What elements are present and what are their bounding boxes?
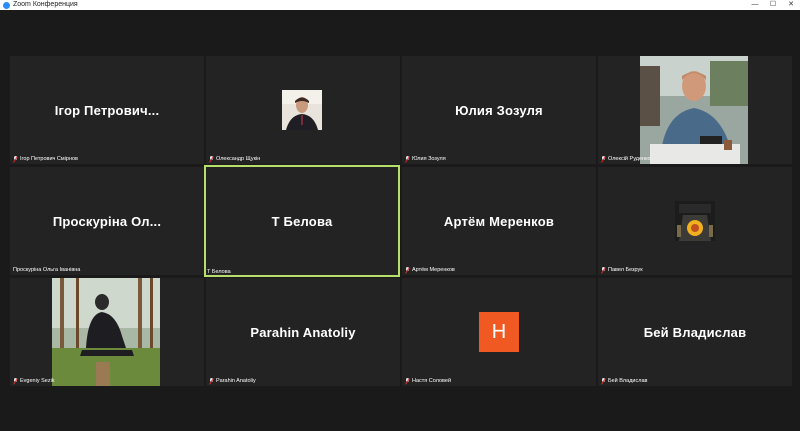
profile-photo xyxy=(282,90,322,130)
participant-tile[interactable]: Олександр Щукін xyxy=(206,56,400,164)
close-button[interactable]: ✕ xyxy=(782,0,800,10)
participant-tile-active-speaker[interactable]: Т Белова Т Белова xyxy=(204,165,400,277)
mic-muted-icon xyxy=(601,378,606,384)
participant-name-label: Parahin Anatoliy xyxy=(209,377,256,385)
gallery-view: Ігор Петрович... Ігор Петрович Смірнов О… xyxy=(0,10,800,431)
zoom-app-icon xyxy=(3,1,10,9)
participant-label-text: Проскуріна Ольга Іванівна xyxy=(13,267,81,273)
participant-label-text: Юлия Зозуля xyxy=(412,156,446,162)
participant-tile[interactable]: Олексій Руденко xyxy=(598,56,792,164)
participant-name-label: Юлия Зозуля xyxy=(405,155,446,163)
participant-name-label: Олександр Щукін xyxy=(209,155,260,163)
window-title: Zoom Конференция xyxy=(13,1,78,8)
participant-name-label: Evgeniy Sezik xyxy=(13,377,55,385)
participant-label-text: Ігор Петрович Смірнов xyxy=(20,156,78,162)
participant-label-text: Артём Меренков xyxy=(412,267,455,273)
mic-muted-icon xyxy=(405,267,410,273)
mic-muted-icon xyxy=(209,156,214,162)
participant-display-name: Бей Владислав xyxy=(643,324,747,340)
participant-tile[interactable]: H Настя Соловей xyxy=(402,278,596,386)
participant-tile[interactable]: Evgeniy Sezik xyxy=(10,278,204,386)
letter-avatar: H xyxy=(479,312,519,352)
mic-muted-icon xyxy=(601,267,606,273)
participant-label-text: Бей Владислав xyxy=(608,378,648,384)
participant-display-name: Артём Меренков xyxy=(443,213,555,229)
participant-tile[interactable]: Артём Меренков Артём Меренков xyxy=(402,167,596,275)
participant-label-text: Т Белова xyxy=(207,269,231,275)
participant-name-label: Артём Меренков xyxy=(405,266,455,274)
participant-display-name: Т Белова xyxy=(271,213,333,229)
participant-display-name: Ігор Петрович... xyxy=(54,102,160,118)
maximize-button[interactable]: ☐ xyxy=(764,0,782,10)
participant-label-text: Parahin Anatoliy xyxy=(216,378,256,384)
participant-display-name: Юлия Зозуля xyxy=(455,102,543,118)
mic-muted-icon xyxy=(13,378,18,384)
mic-muted-icon xyxy=(405,378,410,384)
mic-muted-icon xyxy=(13,156,18,162)
participant-tile[interactable]: Бей Владислав Бей Владислав xyxy=(598,278,792,386)
participant-tile[interactable]: Ігор Петрович... Ігор Петрович Смірнов xyxy=(10,56,204,164)
minimize-button[interactable]: — xyxy=(746,0,764,10)
mic-muted-icon xyxy=(601,156,606,162)
participant-name-label: Проскуріна Ольга Іванівна xyxy=(13,266,80,274)
profile-photo xyxy=(675,201,715,241)
participant-video xyxy=(52,278,160,386)
participant-label-text: Олексій Руденко xyxy=(608,156,651,162)
participant-name-label: Павел Безрук xyxy=(601,266,643,274)
participant-tile[interactable]: Parahin Anatoliy Parahin Anatoliy xyxy=(206,278,400,386)
participant-label-text: Настя Соловей xyxy=(412,378,452,384)
participant-name-label: Ігор Петрович Смірнов xyxy=(13,155,78,163)
participant-tile[interactable]: Проскуріна Ол... Проскуріна Ольга Іванів… xyxy=(10,167,204,275)
title-bar: Zoom Конференция — ☐ ✕ xyxy=(0,0,800,10)
participant-name-label: Олексій Руденко xyxy=(601,155,651,163)
participant-name-label: Бей Владислав xyxy=(601,377,647,385)
mic-muted-icon xyxy=(405,156,410,162)
participant-label-text: Павел Безрук xyxy=(608,267,643,273)
participant-display-name: Parahin Anatoliy xyxy=(250,324,356,340)
participant-video xyxy=(640,56,748,164)
participant-label-text: Олександр Щукін xyxy=(216,156,261,162)
participant-display-name: Проскуріна Ол... xyxy=(52,213,162,229)
participant-label-text: Evgeniy Sezik xyxy=(20,378,55,384)
participant-tile[interactable]: Юлия Зозуля Юлия Зозуля xyxy=(402,56,596,164)
window-controls: — ☐ ✕ xyxy=(746,0,800,10)
mic-muted-icon xyxy=(209,378,214,384)
participant-tile[interactable]: Павел Безрук xyxy=(598,167,792,275)
participant-name-label: Т Белова xyxy=(207,268,231,275)
participant-name-label: Настя Соловей xyxy=(405,377,451,385)
